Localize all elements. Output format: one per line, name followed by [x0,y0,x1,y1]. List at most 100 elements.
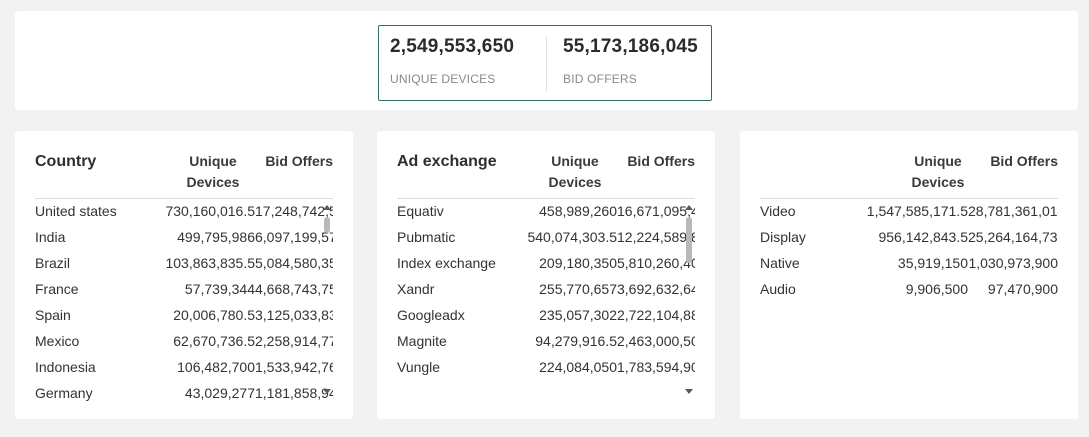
kpi-bid-offers-value: 55,173,186,045 [563,36,698,57]
table-row: Germany43,029,2771,181,858,948 [35,380,333,405]
table-row: Video 1,547,585,171.5 28,781,361,014 [760,198,1058,224]
row-unique: 458,989,260 [539,203,617,219]
row-unique: 106,482,700 [177,359,255,375]
row-unique: 499,795,986 [177,229,255,245]
row-bid: 2,258,914,779 [255,333,333,349]
row-bid: 5,084,580,350 [255,255,333,271]
row-unique: 62,670,736.5 [173,333,255,349]
kpi-box: 2,549,553,650 UNIQUE DEVICES 55,173,186,… [378,25,712,101]
row-unique: 224,084,050 [539,359,617,375]
row-bid: 4,668,743,755 [255,281,333,297]
bid-offers-column-header[interactable]: Bid Offers [265,151,333,172]
scroll-up-arrow-icon[interactable] [321,203,333,213]
row-unique: 35,919,150 [897,255,968,271]
row-unique: 20,006,780.5 [173,307,255,323]
unique-header-line2: Devices [548,174,602,190]
row-unique: 956,142,843.5 [878,229,968,245]
unique-devices-column-header[interactable]: Unique Devices [908,151,968,193]
ad-exchange-table-title: Ad exchange [397,153,497,170]
bid-offers-column-header[interactable]: Bid Offers [627,151,695,172]
scrollbar-thumb[interactable] [324,217,330,233]
row-name: France [35,281,79,297]
table-row: Indonesia 106,482,7001,533,942,768 [35,354,333,380]
row-bid: 1,783,594,900 [617,359,695,375]
scroll-down-arrow-icon[interactable] [683,387,695,397]
row-bid: 28,781,361,014 [968,203,1058,219]
table-row: Magnite 94,279,916.52,463,000,506 [397,328,695,354]
table-row: Brazil 103,863,835.55,084,580,350 [35,250,333,276]
unique-header-line1: Unique [914,153,962,169]
table-row: Googleadx 235,057,3022,722,104,885 [397,302,695,328]
table-row: United states730,160,016.517,248,742,515 [35,198,333,224]
row-unique: 1,547,585,171.5 [866,203,968,219]
row-name: Display [760,229,806,245]
table-row: Spain 20,006,780.53,125,033,838 [35,302,333,328]
row-name: Vungle [397,359,441,375]
row-name: Equativ [397,203,444,219]
row-bid: 1,030,973,900 [968,255,1058,271]
row-unique: 730,160,016.5 [165,203,255,219]
row-name: Googleadx [397,307,465,323]
row-unique: 209,180,350 [539,255,617,271]
format-table-body: Video 1,547,585,171.5 28,781,361,014 Displ… [760,198,1058,405]
row-name: Pubmatic [397,229,456,245]
row-unique: 255,770,657 [539,281,617,297]
table-row: Display 956,142,843.5 25,264,164,731 [760,224,1058,250]
scroll-down-arrow-icon[interactable] [321,387,333,397]
row-unique: 540,074,303.5 [527,229,617,245]
bid-offers-column-header[interactable]: Bid Offers [990,151,1058,172]
row-name: Video [760,203,796,219]
row-name: Audio [760,281,796,297]
unique-header-line1: Unique [189,153,237,169]
row-bid: 2,463,000,506 [617,333,695,349]
row-unique: 94,279,916.5 [535,333,617,349]
row-unique: 57,739,344 [184,281,255,297]
unique-header-line2: Devices [186,174,240,190]
kpi-unique-devices-label: UNIQUE DEVICES [390,72,496,86]
table-row: Index exchange 209,180,3505,810,260,401 [397,250,695,276]
row-name: Indonesia [35,359,96,375]
row-name: Magnite [397,333,447,349]
unique-header-line1: Unique [551,153,599,169]
country-table-body[interactable]: United states730,160,016.517,248,742,515… [35,198,333,405]
kpi-bid-offers: 55,173,186,045 BID OFFERS [547,26,711,100]
row-bid: 12,224,589,849 [617,229,695,245]
row-name: Xandr [397,281,435,297]
row-bid: 97,470,900 [987,281,1058,297]
unique-header-line2: Devices [911,174,965,190]
table-row: Audio 9,906,500 97,470,900 [760,276,1058,302]
row-bid: 6,097,199,578 [255,229,333,245]
row-name: Native [760,255,800,271]
table-row: India 499,795,9866,097,199,578 [35,224,333,250]
kpi-unique-devices-value: 2,549,553,650 [390,36,515,57]
ad-exchange-table-card: Ad exchange Unique Devices Bid Offers Eq… [377,131,715,419]
row-bid: 5,810,260,401 [617,255,695,271]
row-name: India [35,229,66,245]
ad-exchange-table-body[interactable]: Equativ458,989,26016,671,095,423 Pubmati… [397,198,695,405]
table-row: Native 35,919,150 1,030,973,900 [760,250,1058,276]
unique-devices-column-header[interactable]: Unique Devices [545,151,605,193]
row-name: Index exchange [397,255,496,271]
summary-card: 2,549,553,650 UNIQUE DEVICES 55,173,186,… [15,11,1078,110]
row-name: Germany [35,385,93,401]
table-row: Equativ458,989,26016,671,095,423 [397,198,695,224]
row-name: Spain [35,307,71,323]
table-row: Xandr 255,770,6573,692,632,645 [397,276,695,302]
unique-devices-column-header[interactable]: Unique Devices [183,151,243,193]
row-unique: 103,863,835.5 [165,255,255,271]
scroll-up-arrow-icon[interactable] [683,203,695,213]
row-unique: 43,029,277 [184,385,255,401]
row-bid: 3,125,033,838 [255,307,333,323]
row-unique: 9,906,500 [905,281,968,297]
table-row: Mexico 62,670,736.52,258,914,779 [35,328,333,354]
row-bid: 25,264,164,731 [968,229,1058,245]
format-table-card: Unique Devices Bid Offers Video 1,547,585… [740,131,1078,419]
scrollbar-thumb[interactable] [686,217,692,263]
table-row: Vungle 224,084,0501,783,594,900 [397,354,695,380]
kpi-bid-offers-label: BID OFFERS [563,72,638,86]
country-table-card: Country Unique Devices Bid Offers United… [15,131,353,419]
country-table-title: Country [35,153,97,170]
row-bid: 1,533,942,768 [255,359,333,375]
row-name: Mexico [35,333,80,349]
table-row: France 57,739,3444,668,743,755 [35,276,333,302]
